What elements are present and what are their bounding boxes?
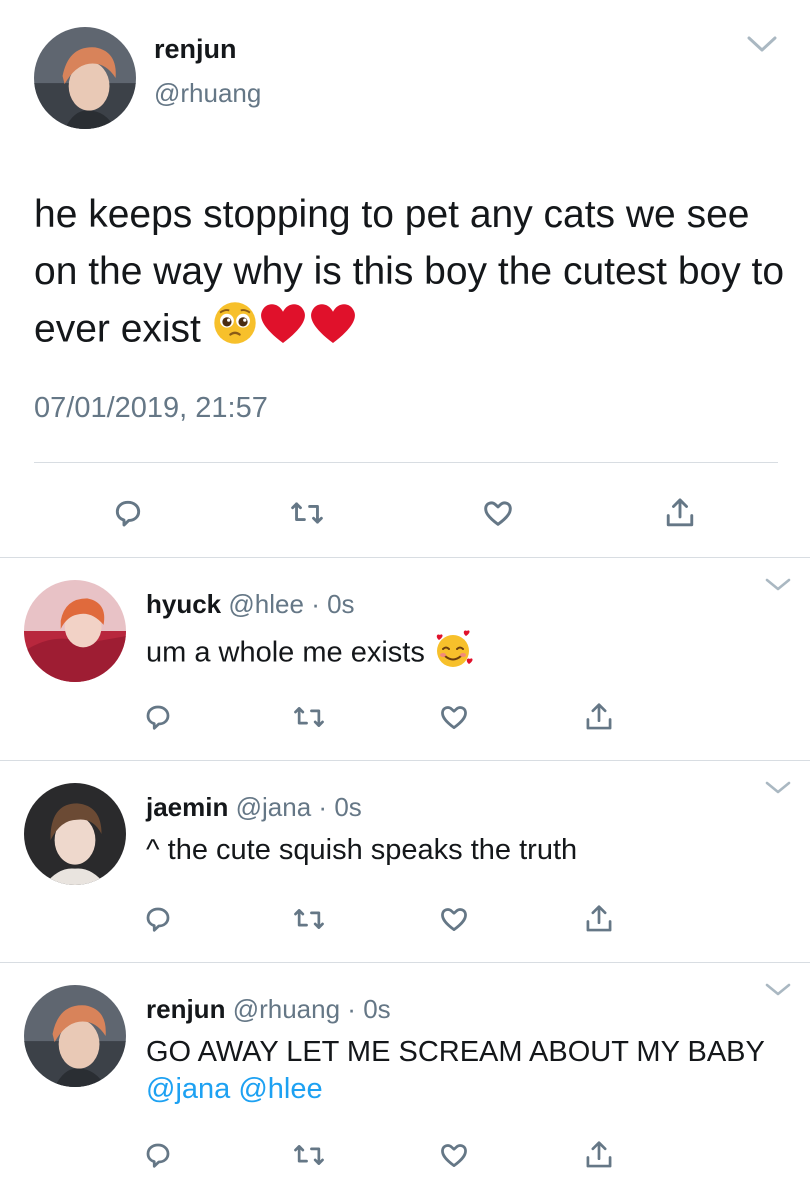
like-icon [441,908,467,931]
handle[interactable]: @rhuang [233,994,340,1024]
reply-header: jaemin @jana · 0s [146,792,362,823]
divider [0,760,810,761]
display-name[interactable]: hyuck [146,589,221,619]
red-heart-emoji [258,300,308,362]
tweet-text: he keeps stopping to pet any cats we see… [34,186,794,362]
retweet-button[interactable] [289,899,329,939]
avatar[interactable] [24,985,126,1087]
share-icon [586,703,612,730]
pleading-face-emoji [212,300,258,362]
share-button[interactable] [579,697,619,737]
smiling-face-with-hearts-emoji [433,630,473,678]
mention-link[interactable]: @hlee [238,1073,322,1105]
retweet-icon [291,502,323,524]
separator: · [347,994,356,1024]
share-icon [586,905,612,932]
retweet-icon [294,1145,324,1165]
share-icon [666,498,694,527]
retweet-button[interactable] [289,1135,329,1175]
share-icon [586,1141,612,1168]
reply-button[interactable] [108,493,148,533]
tweet-text: ^ the cute squish speaks the truth [146,834,578,866]
tweet-text-body: he keeps stopping to pet any cats we see… [34,193,785,351]
reply-icon [146,907,170,932]
time[interactable]: 0s [363,994,390,1024]
avatar[interactable] [34,27,136,129]
retweet-button[interactable] [287,493,327,533]
separator: · [318,792,328,822]
tweet-text: um a whole me exists [146,630,473,678]
retweet-icon [294,909,324,929]
display-name[interactable]: renjun [146,994,225,1024]
retweet-button[interactable] [289,697,329,737]
like-button[interactable] [434,899,474,939]
like-icon [441,706,467,729]
reply-icon [146,705,170,730]
retweet-icon [294,707,324,727]
divider [34,462,778,463]
reply-button[interactable] [138,899,178,939]
avatar[interactable] [24,783,126,885]
chevron-down-icon[interactable] [764,982,792,1003]
share-button[interactable] [660,493,700,533]
handle[interactable]: @rhuang [154,78,261,109]
avatar[interactable] [24,580,126,682]
chevron-down-icon[interactable] [764,780,792,801]
reply-button[interactable] [138,1135,178,1175]
like-button[interactable] [478,493,518,533]
like-icon [441,1144,467,1167]
chevron-down-icon[interactable] [764,577,792,598]
divider [0,962,810,963]
reply-icon [146,1143,170,1168]
chevron-down-icon[interactable] [746,34,778,59]
reply-button[interactable] [138,697,178,737]
handle[interactable]: @hlee [228,589,304,619]
like-button[interactable] [434,697,474,737]
tweet-text-body: GO AWAY LET ME SCREAM ABOUT MY BABY [146,1036,765,1068]
divider [0,557,810,558]
display-name[interactable]: jaemin [146,792,228,822]
display-name[interactable]: renjun [154,34,237,65]
tweet-text-body: um a whole me exists [146,636,425,669]
reply-header: hyuck @hlee · 0s [146,589,355,620]
time[interactable]: 0s [334,792,361,822]
reply-icon [115,500,141,527]
timestamp[interactable]: 07/01/2019, 21:57 [34,392,268,425]
time[interactable]: 0s [327,589,354,619]
tweet-text: GO AWAY LET ME SCREAM ABOUT MY BABY @jan… [146,1034,766,1108]
share-button[interactable] [579,899,619,939]
separator: · [311,589,320,619]
like-button[interactable] [434,1135,474,1175]
mention-link[interactable]: @jana [146,1073,230,1105]
handle[interactable]: @jana [236,792,312,822]
share-button[interactable] [579,1135,619,1175]
like-icon [484,501,512,526]
reply-header: renjun @rhuang · 0s [146,994,391,1025]
red-heart-emoji [308,300,358,362]
